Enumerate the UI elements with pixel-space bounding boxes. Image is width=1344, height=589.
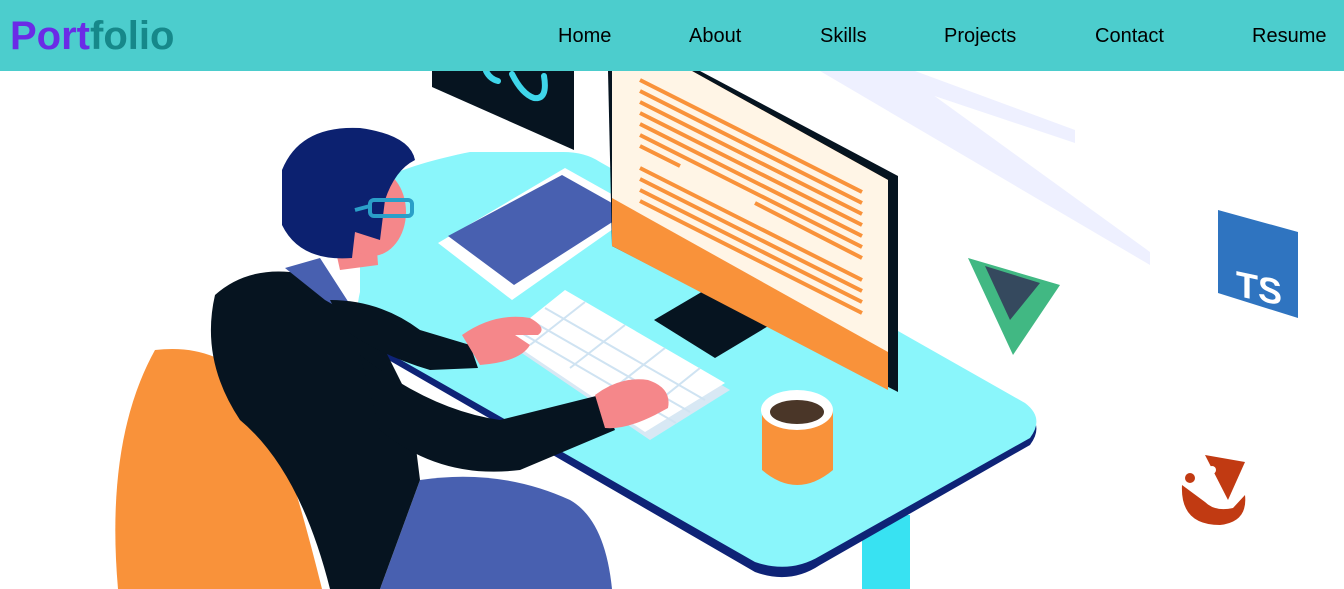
typescript-logo-text: TS — [1236, 263, 1282, 313]
logo-part-1: Port — [10, 14, 90, 58]
nav-link-resume[interactable]: Resume — [1252, 24, 1326, 48]
wall-poster — [432, 71, 574, 150]
vue-logo-icon — [968, 258, 1060, 355]
developer-illustration: TS — [112, 71, 1298, 589]
logo-part-2: folio — [90, 14, 175, 58]
nav-link-projects[interactable]: Projects — [944, 24, 1016, 48]
coffee-cup — [761, 390, 833, 485]
hero-section: TS — [0, 71, 1344, 589]
nav-link-skills[interactable]: Skills — [820, 24, 867, 48]
nav-link-contact[interactable]: Contact — [1095, 24, 1164, 48]
jasmine-logo-icon — [1181, 455, 1246, 525]
nav-link-home[interactable]: Home — [558, 24, 611, 48]
navbar: Portfolio Home About Skills Projects Con… — [0, 0, 1344, 71]
typescript-logo-icon: TS — [1218, 210, 1298, 318]
nav-link-about[interactable]: About — [689, 24, 741, 48]
logo[interactable]: Portfolio — [10, 14, 174, 58]
